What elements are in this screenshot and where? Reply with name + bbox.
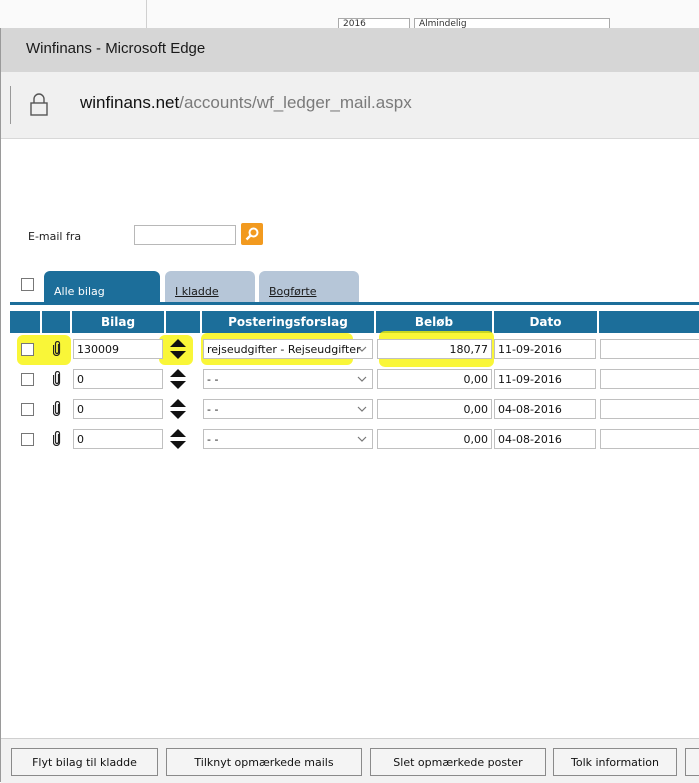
paperclip-icon[interactable] bbox=[53, 371, 61, 386]
bilag-input[interactable]: 0 bbox=[73, 399, 163, 419]
table-row[interactable]: 0 - - 0,00 04-08-2016 bbox=[1, 395, 699, 425]
search-icon bbox=[245, 227, 259, 241]
row-checkbox[interactable] bbox=[21, 403, 34, 416]
row-checkbox[interactable] bbox=[21, 433, 34, 446]
table-row[interactable]: 0 - - 0,00 04-08-2016 bbox=[1, 425, 699, 455]
bilag-input[interactable]: 130009 bbox=[73, 339, 163, 359]
chevron-down-icon bbox=[357, 346, 367, 352]
header-extra-col bbox=[599, 311, 699, 333]
table-row[interactable]: 0 - - 0,00 11-09-2016 bbox=[1, 365, 699, 395]
tab-underline bbox=[10, 302, 699, 305]
chevron-down-icon bbox=[357, 406, 367, 412]
row-checkbox[interactable] bbox=[21, 373, 34, 386]
overflow-button[interactable] bbox=[685, 748, 699, 776]
paperclip-icon[interactable] bbox=[53, 431, 61, 446]
dato-input[interactable]: 04-08-2016 bbox=[494, 399, 596, 419]
dato-input[interactable]: 11-09-2016 bbox=[494, 369, 596, 389]
belob-input[interactable]: 0,00 bbox=[377, 399, 492, 419]
lock-icon[interactable] bbox=[29, 92, 49, 116]
belob-input[interactable]: 180,77 bbox=[377, 339, 492, 359]
url-text[interactable]: winfinans.net/accounts/wf_ledger_mail.as… bbox=[80, 93, 412, 113]
posteringsforslag-value: - - bbox=[207, 373, 219, 386]
bilag-input[interactable]: 0 bbox=[73, 429, 163, 449]
move-to-journal-button[interactable]: Flyt bilag til kladde bbox=[11, 748, 158, 776]
header-belob[interactable]: Beløb bbox=[376, 311, 492, 333]
chevron-down-icon bbox=[357, 436, 367, 442]
row-checkbox[interactable] bbox=[21, 343, 34, 356]
background-divider bbox=[146, 0, 147, 28]
posteringsforslag-select[interactable]: - - bbox=[203, 399, 373, 419]
delete-marked-entries-button[interactable]: Slet opmærkede poster bbox=[370, 748, 546, 776]
address-bar: winfinans.net/accounts/wf_ledger_mail.as… bbox=[1, 72, 699, 139]
posteringsforslag-value: rejseudgifter - Rejseudgifter bbox=[207, 343, 361, 356]
attach-marked-mails-button[interactable]: Tilknyt opmærkede mails bbox=[166, 748, 362, 776]
table-row[interactable]: 130009 rejseudgifter - Rejseudgifter 180… bbox=[1, 335, 699, 365]
url-path: /accounts/wf_ledger_mail.aspx bbox=[179, 93, 412, 112]
posteringsforslag-select[interactable]: - - bbox=[203, 369, 373, 389]
header-dato[interactable]: Dato bbox=[494, 311, 597, 333]
background-page: 2016 Almindelig bbox=[0, 0, 699, 30]
tab-bogforte[interactable]: Bogførte bbox=[259, 271, 359, 302]
paperclip-icon[interactable] bbox=[53, 401, 61, 416]
dato-input[interactable]: 04-08-2016 bbox=[494, 429, 596, 449]
header-bilag[interactable]: Bilag bbox=[72, 311, 164, 333]
page-content: E-mail fra Alle bilag I kladde Bogførte … bbox=[1, 139, 699, 782]
action-bar: Flyt bilag til kladde Tilknyt opmærkede … bbox=[1, 738, 699, 783]
sort-arrows-icon[interactable] bbox=[169, 368, 187, 390]
email-from-input[interactable] bbox=[134, 225, 236, 245]
header-select-col bbox=[10, 311, 40, 333]
extra-input[interactable] bbox=[600, 369, 699, 389]
window-title: Winfinans - Microsoft Edge bbox=[26, 40, 206, 57]
sort-arrows-icon[interactable] bbox=[169, 338, 187, 360]
posteringsforslag-select[interactable]: - - bbox=[203, 429, 373, 449]
header-posteringsforslag[interactable]: Posteringsforslag bbox=[202, 311, 374, 333]
email-from-label: E-mail fra bbox=[28, 230, 82, 243]
chevron-down-icon bbox=[357, 376, 367, 382]
header-sort-col bbox=[166, 311, 200, 333]
dato-input[interactable]: 11-09-2016 bbox=[494, 339, 596, 359]
tab-alle-bilag[interactable]: Alle bilag bbox=[44, 271, 160, 305]
bilag-input[interactable]: 0 bbox=[73, 369, 163, 389]
belob-input[interactable]: 0,00 bbox=[377, 369, 492, 389]
header-attach-col bbox=[42, 311, 70, 333]
sort-arrows-icon[interactable] bbox=[169, 398, 187, 420]
tab-i-kladde[interactable]: I kladde bbox=[165, 271, 255, 302]
url-host: winfinans.net bbox=[80, 93, 180, 112]
extra-input[interactable] bbox=[600, 399, 699, 419]
sort-arrows-icon[interactable] bbox=[169, 428, 187, 450]
paperclip-icon[interactable] bbox=[53, 341, 61, 356]
posteringsforslag-value: - - bbox=[207, 433, 219, 446]
select-all-checkbox[interactable] bbox=[21, 278, 34, 291]
posteringsforslag-value: - - bbox=[207, 403, 219, 416]
address-separator bbox=[10, 86, 11, 124]
extra-input[interactable] bbox=[600, 339, 699, 359]
posteringsforslag-select[interactable]: rejseudgifter - Rejseudgifter bbox=[203, 339, 373, 359]
belob-input[interactable]: 0,00 bbox=[377, 429, 492, 449]
edge-popup-window: Winfinans - Microsoft Edge winfinans.net… bbox=[0, 28, 699, 783]
extra-input[interactable] bbox=[600, 429, 699, 449]
search-button[interactable] bbox=[241, 223, 263, 245]
interpret-information-button[interactable]: Tolk information bbox=[553, 748, 677, 776]
title-bar[interactable]: Winfinans - Microsoft Edge bbox=[1, 28, 699, 72]
